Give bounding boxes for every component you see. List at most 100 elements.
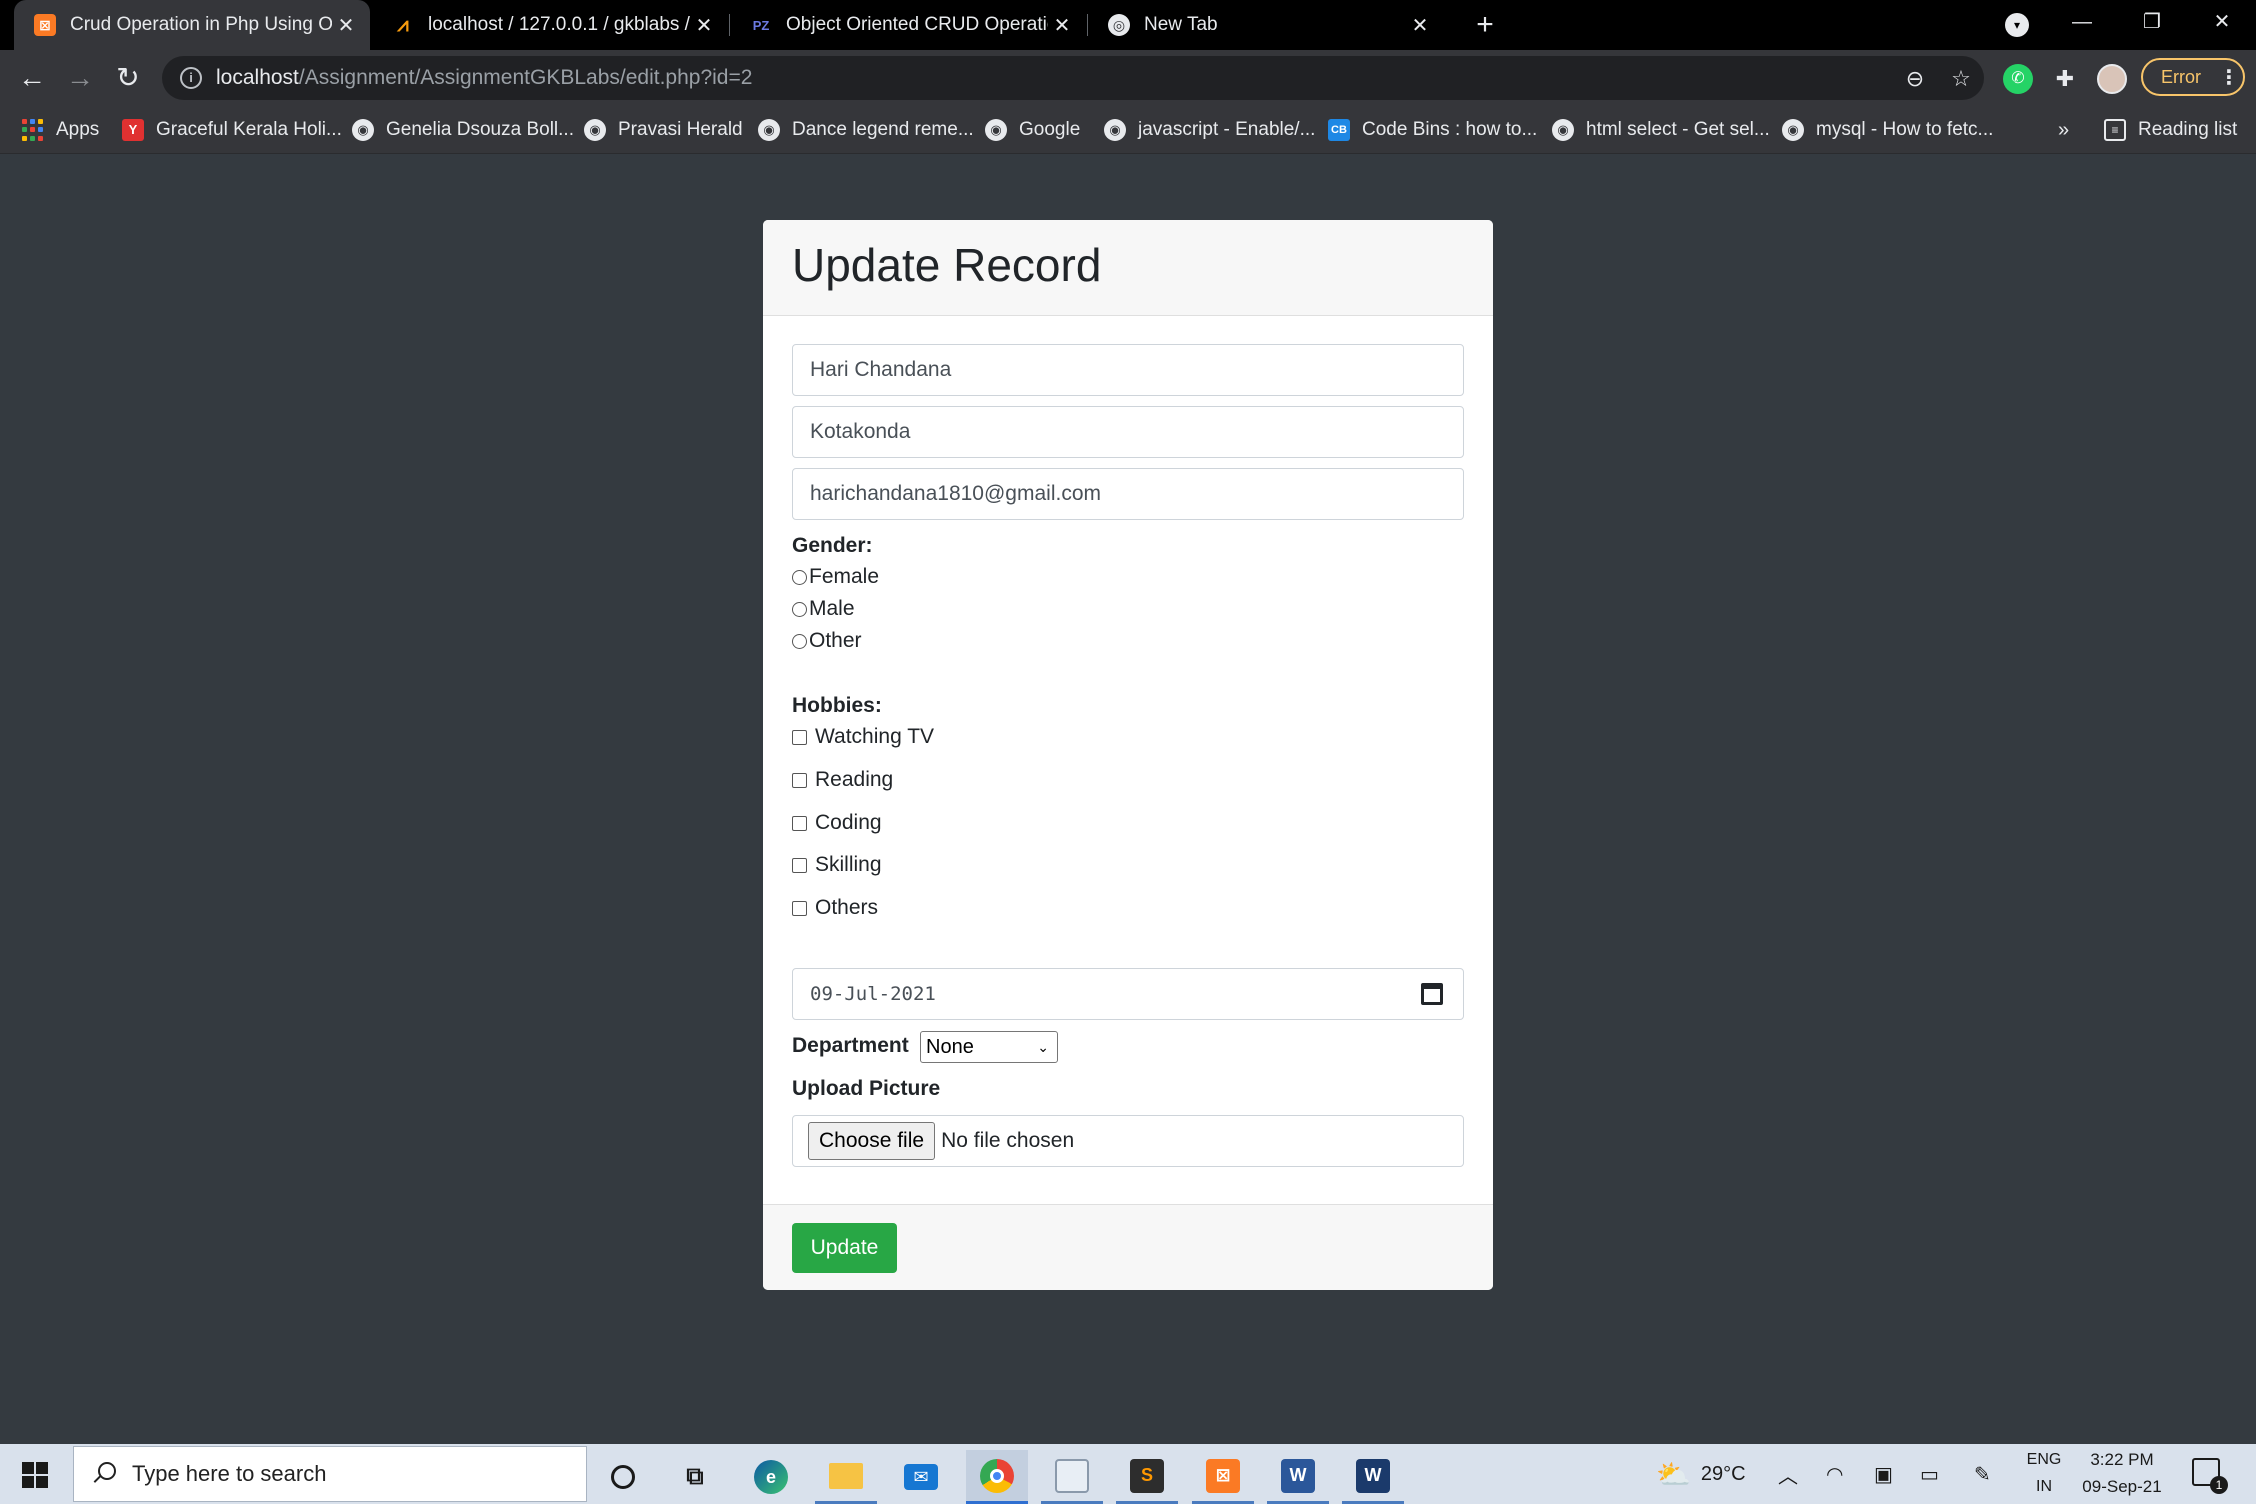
hobby-others[interactable]: Others <box>792 894 878 922</box>
skilling-checkbox[interactable] <box>792 857 807 873</box>
bookmark-item[interactable]: ◉ Google <box>985 106 1080 154</box>
female-radio[interactable] <box>792 569 807 585</box>
reading-list-icon: ≡ <box>2104 119 2126 141</box>
notification-center-icon[interactable]: 1 <box>2192 1458 2228 1494</box>
snipping-tool-icon[interactable] <box>1041 1450 1103 1504</box>
whatsapp-icon[interactable]: ✆ <box>2003 64 2033 94</box>
tab-search-icon[interactable]: ▾ <box>2005 13 2029 37</box>
sublime-text-icon[interactable]: S <box>1116 1450 1178 1504</box>
bookmarks-overflow-button[interactable]: » <box>2058 106 2069 154</box>
hobby-coding[interactable]: Coding <box>792 809 882 837</box>
show-hidden-icons[interactable]: ︿ <box>1778 1444 1798 1504</box>
bookmark-item[interactable]: Y Graceful Kerala Holi... <box>122 106 342 154</box>
reload-icon[interactable]: ↻ <box>108 58 148 98</box>
gender-option-label: Male <box>809 597 855 620</box>
forward-icon[interactable]: → <box>60 58 100 98</box>
tab-crud-operation[interactable]: ⊠ Crud Operation in Php Using OO ✕ <box>14 0 370 50</box>
bookmark-item[interactable]: CB Code Bins : how to... <box>1328 106 1537 154</box>
url-text[interactable]: localhost/Assignment/AssignmentGKBLabs/e… <box>216 66 752 90</box>
region-code: IN <box>2036 1478 2052 1495</box>
bookmark-item[interactable]: ◉ javascript - Enable/... <box>1104 106 1315 154</box>
zoom-icon[interactable]: ⊖ <box>1902 66 1928 92</box>
tab-phpmyadmin[interactable]: ⩘ localhost / 127.0.0.1 / gkblabs / c ✕ <box>372 0 728 50</box>
new-tab-button[interactable]: + <box>1466 6 1504 44</box>
extensions-puzzle-icon[interactable]: ✚ <box>2050 64 2080 94</box>
calendar-icon[interactable] <box>1421 983 1443 1005</box>
gender-option-female[interactable]: Female <box>792 563 879 591</box>
xampp-icon: ⊠ <box>34 14 56 36</box>
reading-checkbox[interactable] <box>792 772 807 788</box>
profile-avatar[interactable] <box>2097 64 2127 94</box>
phpmyadmin-icon: ⩘ <box>397 13 409 36</box>
restore-icon[interactable]: ❐ <box>2118 0 2186 44</box>
close-tab-icon[interactable]: ✕ <box>332 13 360 38</box>
bookmark-item[interactable]: ◉ Genelia Dsouza Boll... <box>352 106 574 154</box>
battery-icon[interactable]: ▭ <box>1920 1444 1939 1504</box>
close-tab-icon[interactable]: ✕ <box>1406 13 1434 38</box>
meet-now-icon[interactable]: ▣ <box>1874 1444 1893 1504</box>
task-view-icon[interactable]: ⧉ <box>664 1450 726 1504</box>
choose-file-button[interactable]: Choose file <box>808 1122 936 1160</box>
address-bar[interactable]: i localhost/Assignment/AssignmentGKBLabs… <box>162 56 1984 100</box>
coding-checkbox[interactable] <box>792 815 807 831</box>
hobby-reading[interactable]: Reading <box>792 766 893 794</box>
bookmark-label: Apps <box>56 119 100 140</box>
bookmark-item[interactable]: ◉ Dance legend reme... <box>758 106 974 154</box>
cortana-icon[interactable] <box>592 1450 654 1504</box>
reading-list-label: Reading list <box>2138 119 2238 140</box>
browser-toolbar: ← → ↻ i localhost/Assignment/AssignmentG… <box>0 50 2256 106</box>
bookmark-item[interactable]: ◉ html select - Get sel... <box>1552 106 1770 154</box>
system-clock[interactable]: 3:22 PM 09-Sep-21 <box>2062 1446 2182 1502</box>
minimize-icon[interactable]: — <box>2048 0 2116 44</box>
taskbar-search-box[interactable]: Type here to search <box>73 1446 587 1502</box>
no-file-chosen-text: No file chosen <box>941 1129 1075 1152</box>
gender-option-label: Other <box>809 629 862 652</box>
hobby-skilling[interactable]: Skilling <box>792 851 882 879</box>
other-radio[interactable] <box>792 633 807 649</box>
department-select[interactable]: None ⌄ <box>920 1031 1058 1063</box>
menu-kebab-icon[interactable]: ⋮ <box>2219 65 2239 90</box>
close-tab-icon[interactable]: ✕ <box>1048 13 1076 38</box>
windows-start-icon[interactable] <box>22 1462 48 1488</box>
last-name-input[interactable]: Kotakonda <box>792 406 1464 458</box>
watching-tv-checkbox[interactable] <box>792 729 807 745</box>
gender-option-other[interactable]: Other <box>792 627 862 655</box>
weather-widget[interactable]: ⛅ 29°C <box>1656 1444 1746 1504</box>
xampp-taskbar-icon[interactable]: ⊠ <box>1192 1450 1254 1504</box>
error-badge[interactable]: Error ⋮ <box>2141 58 2245 96</box>
edge-icon[interactable]: e <box>740 1450 802 1504</box>
gender-option-male[interactable]: Male <box>792 595 855 623</box>
file-explorer-icon[interactable] <box>815 1450 877 1504</box>
reading-list-button[interactable]: ≡ Reading list <box>2104 106 2237 154</box>
pen-workspace-icon[interactable]: ✎ <box>1974 1444 1991 1504</box>
bookmark-item[interactable]: ◉ Pravasi Herald <box>584 106 743 154</box>
wifi-icon[interactable]: ◠ <box>1826 1444 1843 1504</box>
email-input[interactable]: harichandana1810@gmail.com <box>792 468 1464 520</box>
date-input[interactable]: 09-Jul-2021 <box>792 968 1464 1020</box>
tab-new-tab[interactable]: ◎ New Tab ✕ <box>1088 0 1444 50</box>
chrome-taskbar-icon[interactable] <box>966 1450 1028 1504</box>
codebins-icon: CB <box>1328 119 1350 141</box>
first-name-input[interactable]: Hari Chandana <box>792 344 1464 396</box>
bookmark-star-icon[interactable]: ☆ <box>1948 66 1974 92</box>
close-tab-icon[interactable]: ✕ <box>690 13 718 38</box>
hobby-watching-tv[interactable]: Watching TV <box>792 723 934 751</box>
department-label: Department <box>792 1034 909 1057</box>
hobby-label: Coding <box>815 811 882 834</box>
close-window-icon[interactable]: ✕ <box>2188 0 2256 44</box>
others-checkbox[interactable] <box>792 900 807 916</box>
tab-object-oriented-crud[interactable]: PZ Object Oriented CRUD Operation ✕ <box>730 0 1086 50</box>
hobby-label: Others <box>815 896 879 919</box>
hobby-label: Reading <box>815 768 894 791</box>
wamp-icon[interactable]: W <box>1342 1450 1404 1504</box>
site-info-icon[interactable]: i <box>180 67 202 89</box>
update-button[interactable]: Update <box>792 1223 897 1273</box>
language-indicator[interactable]: ENG IN <box>2022 1446 2066 1502</box>
back-icon[interactable]: ← <box>12 58 52 98</box>
word-icon[interactable]: W <box>1267 1450 1329 1504</box>
file-upload-field[interactable]: Choose file No file chosen <box>792 1115 1464 1167</box>
male-radio[interactable] <box>792 601 807 617</box>
bookmark-apps[interactable]: Apps <box>22 106 99 154</box>
bookmark-item[interactable]: ◉ mysql - How to fetc... <box>1782 106 1993 154</box>
mail-icon[interactable]: ✉ <box>890 1450 952 1504</box>
